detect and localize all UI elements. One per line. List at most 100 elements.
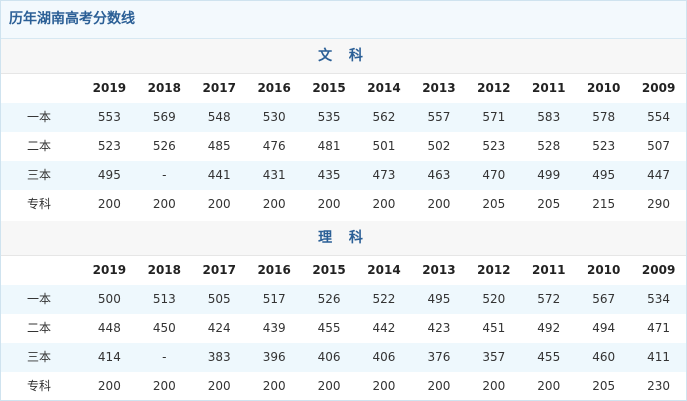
score-cell: 507 [647,139,671,153]
score-cell: 205 [537,197,561,211]
corner-cell [1,256,82,285]
score-cell: 423 [427,321,451,335]
row-label: 一本 [27,110,52,124]
score-cell: 200 [207,379,231,393]
score-cell: 200 [207,197,231,211]
score-cell: 554 [647,110,671,124]
score-cell: 548 [207,110,231,124]
score-cell: 499 [537,168,561,182]
row-label: 二本 [27,321,52,335]
score-cell: 470 [482,168,506,182]
score-cell: 492 [537,321,561,335]
score-cell: 520 [482,292,506,306]
score-cell: 205 [482,197,506,211]
score-cell: 383 [207,350,231,364]
year-header: 2011 [532,263,566,277]
score-cell: 567 [592,292,616,306]
score-cell: 481 [317,139,341,153]
year-header: 2010 [586,81,621,95]
score-cell: 553 [97,110,121,124]
table-row: 专科 200 200 200 200 200 200 200 200 200 2… [1,372,686,401]
table-row: 三本 414 - 383 396 406 406 376 357 455 460… [1,343,686,372]
year-header: 2016 [257,81,291,95]
score-cell: 485 [207,139,231,153]
year-header: 2012 [477,263,511,277]
score-cell: 583 [537,110,561,124]
year-header: 2018 [147,263,181,277]
year-header: 2019 [92,81,127,95]
score-cell: 200 [427,197,451,211]
score-cell: 571 [482,110,506,124]
table-row: 专科 200 200 200 200 200 200 200 205 205 2… [1,190,686,219]
score-cell: 448 [97,321,121,335]
score-cell: 200 [262,379,286,393]
year-header: 2017 [202,263,236,277]
year-header: 2017 [202,81,236,95]
score-cell: 572 [537,292,561,306]
score-cell: 439 [262,321,286,335]
score-cell: 476 [262,139,286,153]
table-row: 一本 553 569 548 530 535 562 557 571 583 5… [1,103,686,132]
year-header: 2010 [586,263,621,277]
table-row: 三本 495 - 441 431 435 473 463 470 499 495… [1,161,686,190]
score-cell: 502 [427,139,451,153]
score-cell: 200 [317,197,341,211]
score-cell: 411 [647,350,671,364]
score-cell: 200 [152,379,176,393]
row-label: 三本 [27,350,52,364]
score-cell: 200 [262,197,286,211]
score-cell: 530 [262,110,286,124]
row-label: 专科 [27,197,52,211]
score-cell: 441 [207,168,231,182]
table-row: 一本 500 513 505 517 526 522 495 520 572 5… [1,285,686,314]
score-cell: 200 [152,197,176,211]
score-cell: 205 [592,379,616,393]
score-cell: 522 [372,292,396,306]
year-header: 2015 [312,263,346,277]
score-cell: 230 [647,379,671,393]
score-cell: 505 [207,292,231,306]
score-cell: 535 [317,110,341,124]
score-cell: 200 [427,379,451,393]
year-header: 2016 [257,263,291,277]
row-label: 三本 [27,168,52,182]
score-cell: 557 [427,110,451,124]
panel-title: 历年湖南高考分数线 [1,1,686,39]
score-cell: 523 [482,139,506,153]
year-header: 2019 [92,263,127,277]
score-cell: 451 [482,321,506,335]
score-cell: 526 [317,292,341,306]
corner-cell [1,74,82,103]
score-cell: 513 [152,292,176,306]
score-cell: 200 [372,379,396,393]
year-header: 2014 [367,263,401,277]
score-cell: 534 [647,292,671,306]
year-header: 2013 [422,263,456,277]
year-header: 2013 [422,81,456,95]
score-cell: 528 [537,139,561,153]
score-cell: 523 [97,139,121,153]
year-header: 2011 [532,81,566,95]
score-cell: 501 [372,139,396,153]
score-cell: 406 [372,350,396,364]
row-label: 专科 [27,379,52,393]
score-cell: 396 [262,350,286,364]
score-cell: 526 [152,139,176,153]
score-cell: 357 [482,350,506,364]
score-cell: 447 [647,168,671,182]
score-table-panel: 历年湖南高考分数线 文 科 2019 2018 2017 2016 2015 2… [0,0,687,401]
score-cell: 200 [97,379,121,393]
table-row: 二本 523 526 485 476 481 501 502 523 528 5… [1,132,686,161]
score-cell: 523 [592,139,616,153]
score-cell: 562 [372,110,396,124]
score-cell: 290 [647,197,671,211]
score-cell: 200 [537,379,561,393]
year-header: 2015 [312,81,346,95]
score-cell: 200 [372,197,396,211]
score-cell: 494 [592,321,616,335]
score-cell: 435 [317,168,341,182]
score-cell: 569 [152,110,176,124]
score-cell: - [162,168,167,182]
score-cell: 471 [647,321,671,335]
year-header: 2009 [641,81,676,95]
